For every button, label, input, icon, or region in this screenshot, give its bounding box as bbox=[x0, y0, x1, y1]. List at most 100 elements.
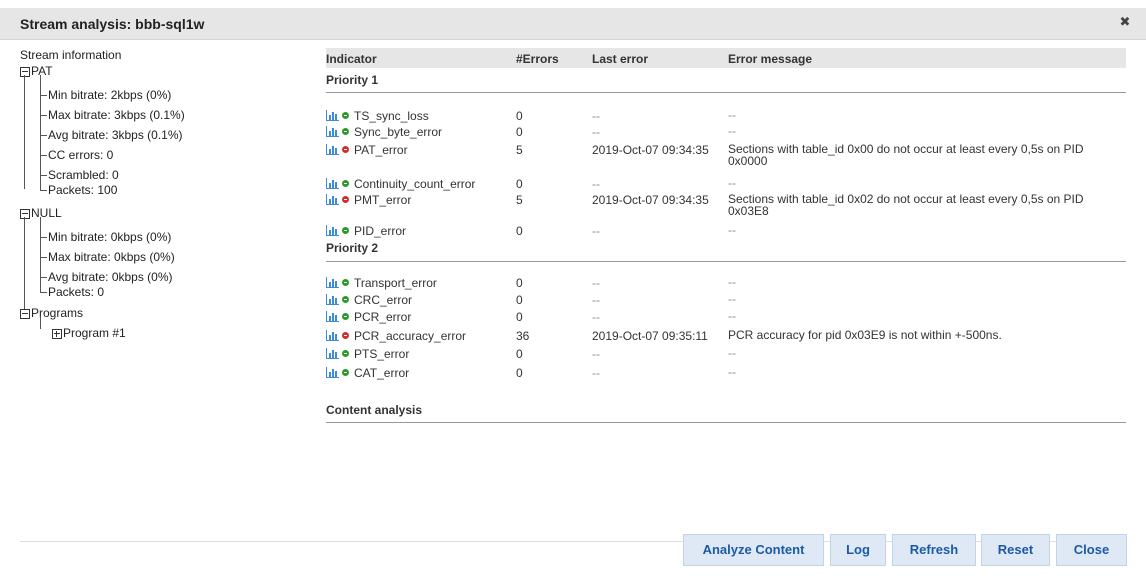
error-message: -- bbox=[728, 176, 736, 190]
bar-chart-icon[interactable] bbox=[326, 348, 339, 362]
error-count: 0 bbox=[516, 125, 523, 139]
tree-connector bbox=[41, 190, 47, 191]
tree-leaf: Min bitrate: 2kbps (0%) bbox=[48, 88, 172, 102]
section-divider bbox=[326, 92, 1126, 93]
section-title: Content analysis bbox=[326, 403, 423, 417]
close-button[interactable]: Close bbox=[1056, 534, 1127, 566]
section-divider bbox=[326, 261, 1126, 262]
section-priority-2: Priority 2 bbox=[326, 241, 1126, 263]
tree-leaf: Packets: 100 bbox=[48, 183, 118, 197]
close-icon[interactable]: ✖ bbox=[1118, 15, 1132, 29]
status-error-icon bbox=[342, 146, 349, 153]
last-error-time: -- bbox=[592, 109, 600, 123]
tree-connector bbox=[41, 115, 47, 116]
bar-chart-icon[interactable] bbox=[326, 178, 339, 192]
bar-chart-icon[interactable] bbox=[326, 126, 339, 140]
status-error-icon bbox=[342, 196, 349, 203]
indicator-name: CRC_error bbox=[354, 293, 413, 307]
bar-chart-icon[interactable] bbox=[326, 110, 339, 124]
error-message: -- bbox=[728, 223, 736, 237]
section-title: Priority 1 bbox=[326, 73, 379, 87]
tree-node-program-1[interactable]: Program #1 bbox=[52, 326, 126, 340]
bar-chart-icon[interactable] bbox=[326, 225, 339, 239]
last-error-time: -- bbox=[592, 366, 600, 380]
tree-leaf: Max bitrate: 3kbps (0.1%) bbox=[48, 108, 185, 122]
refresh-button[interactable]: Refresh bbox=[892, 534, 976, 566]
tree-node-programs[interactable]: Programs bbox=[20, 306, 83, 320]
status-ok-icon bbox=[342, 180, 349, 187]
indicator-name: PAT_error bbox=[354, 143, 408, 157]
log-button[interactable]: Log bbox=[830, 534, 886, 566]
error-count: 0 bbox=[516, 224, 523, 238]
bar-chart-icon[interactable] bbox=[326, 194, 339, 208]
tree-connector bbox=[24, 75, 25, 189]
table-header: Indicator #Errors Last error Error messa… bbox=[326, 48, 1126, 68]
table-row: PTS_error 0 -- -- bbox=[326, 347, 1126, 361]
table-row: Transport_error 0 -- -- bbox=[326, 276, 1126, 290]
bar-chart-icon[interactable] bbox=[326, 311, 339, 325]
error-message: -- bbox=[728, 124, 736, 138]
error-message: -- bbox=[728, 365, 736, 379]
error-message: -- bbox=[728, 309, 736, 323]
bar-chart-icon[interactable] bbox=[326, 330, 339, 344]
bar-chart-icon[interactable] bbox=[326, 277, 339, 291]
error-count: 5 bbox=[516, 193, 523, 207]
status-ok-icon bbox=[342, 369, 349, 376]
reset-button[interactable]: Reset bbox=[981, 534, 1050, 566]
indicator-name: CAT_error bbox=[354, 366, 410, 380]
table-row: PCR_error 0 -- -- bbox=[326, 310, 1126, 324]
last-error-time: -- bbox=[592, 276, 600, 290]
bar-chart-icon[interactable] bbox=[326, 144, 339, 158]
error-message: -- bbox=[728, 108, 736, 122]
section-priority-1: Priority 1 bbox=[326, 73, 1126, 95]
status-ok-icon bbox=[342, 128, 349, 135]
bar-chart-icon[interactable] bbox=[326, 294, 339, 308]
tree-node-null-label: NULL bbox=[31, 206, 62, 220]
col-last-error: Last error bbox=[592, 52, 649, 66]
error-count: 0 bbox=[516, 310, 523, 324]
indicator-name: Transport_error bbox=[354, 276, 437, 290]
stream-info-tree: Stream information PAT Min bitrate: 2kbp… bbox=[20, 48, 300, 348]
tree-leaf: Min bitrate: 0kbps (0%) bbox=[48, 230, 172, 244]
indicator-name: PID_error bbox=[354, 224, 407, 238]
dialog-titlebar: Stream analysis: bbb-sql1w ✖ bbox=[0, 0, 1146, 40]
status-ok-icon bbox=[342, 313, 349, 320]
section-title: Priority 2 bbox=[326, 241, 379, 255]
table-row: PAT_error 5 2019-Oct-07 09:34:35 Sections w… bbox=[326, 143, 1126, 167]
error-count: 36 bbox=[516, 329, 530, 343]
error-message: Sections with table_id 0x02 do not occur… bbox=[728, 192, 1084, 218]
tree-node-pat-label: PAT bbox=[31, 64, 53, 78]
tree-leaf: Packets: 0 bbox=[48, 285, 105, 299]
error-count: 0 bbox=[516, 177, 523, 191]
status-ok-icon bbox=[342, 227, 349, 234]
error-count: 0 bbox=[516, 366, 523, 380]
error-message: -- bbox=[728, 346, 736, 360]
last-error-time: 2019-Oct-07 09:34:35 bbox=[592, 193, 709, 207]
table-row: PID_error 0 -- -- bbox=[326, 224, 1126, 238]
table-row: CAT_error 0 -- -- bbox=[326, 366, 1126, 380]
tree-leaf: CC errors: 0 bbox=[48, 148, 114, 162]
collapse-icon[interactable] bbox=[20, 66, 30, 77]
last-error-time: -- bbox=[592, 224, 600, 238]
error-indicator-table: Indicator #Errors Last error Error messa… bbox=[326, 48, 1126, 448]
collapse-icon[interactable] bbox=[20, 308, 30, 319]
expand-icon[interactable] bbox=[52, 328, 62, 339]
last-error-time: -- bbox=[592, 293, 600, 307]
tree-leaf: Max bitrate: 0kbps (0%) bbox=[48, 250, 175, 264]
error-message: PCR accuracy for pid 0x03E9 is not withi… bbox=[728, 328, 1002, 342]
status-ok-icon bbox=[342, 279, 349, 286]
bar-chart-icon[interactable] bbox=[326, 367, 339, 381]
error-count: 5 bbox=[516, 143, 523, 157]
tree-connector bbox=[41, 155, 47, 156]
dialog-title: Stream analysis: bbb-sql1w bbox=[20, 16, 205, 32]
analyze-content-button[interactable]: Analyze Content bbox=[683, 534, 824, 566]
tree-node-programs-label: Programs bbox=[31, 306, 84, 320]
error-count: 0 bbox=[516, 347, 523, 361]
last-error-time: -- bbox=[592, 125, 600, 139]
col-indicator: Indicator bbox=[326, 52, 377, 66]
col-error-message: Error message bbox=[728, 52, 813, 66]
section-content-analysis: Content analysis bbox=[326, 403, 1126, 425]
tree-connector bbox=[41, 95, 47, 96]
tree-connector bbox=[24, 217, 25, 309]
collapse-icon[interactable] bbox=[20, 208, 30, 219]
